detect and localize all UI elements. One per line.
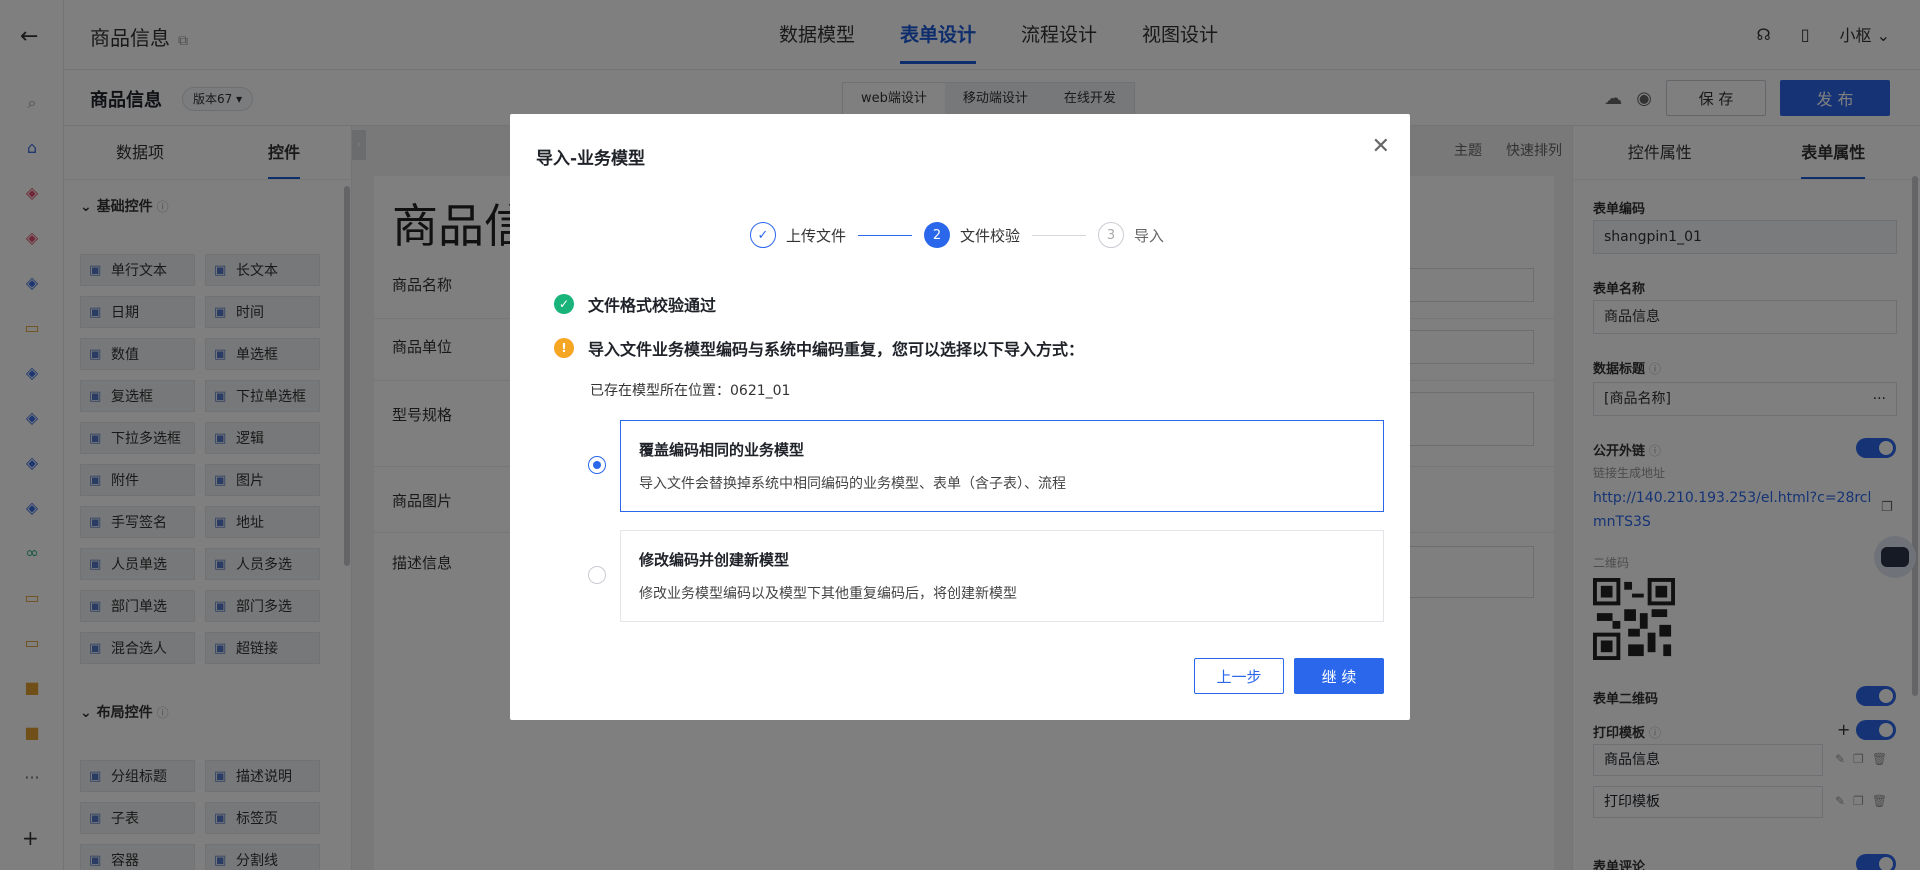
success-check-icon: ✓ [554, 294, 574, 314]
radio-create-new[interactable] [588, 566, 606, 584]
previous-step-button[interactable]: 上一步 [1194, 658, 1284, 694]
continue-button[interactable]: 继 续 [1294, 658, 1384, 694]
step-label: 文件校验 [960, 226, 1021, 245]
step-label: 导入 [1134, 226, 1165, 245]
steps: ✓ 上传文件 2 文件校验 3 导入 [750, 222, 1164, 248]
option-title: 覆盖编码相同的业务模型 [639, 441, 805, 459]
option-title: 修改编码并创建新模型 [639, 551, 790, 569]
step-label: 上传文件 [786, 226, 847, 245]
option-desc: 导入文件会替换掉系统中相同编码的业务模型、表单（含子表）、流程 [639, 476, 1066, 492]
option-overwrite[interactable]: 覆盖编码相同的业务模型 导入文件会替换掉系统中相同编码的业务模型、表单（含子表）… [620, 420, 1384, 512]
step-number: 2 [924, 222, 951, 248]
step-number: 3 [1098, 222, 1125, 248]
option-desc: 修改业务模型编码以及模型下其他重复编码后，将创建新模型 [639, 586, 1017, 602]
existing-location: 已存在模型所在位置：0621_01 [590, 383, 791, 399]
import-model-dialog: 导入-业务模型 ✕ ✓ 上传文件 2 文件校验 3 导入 ✓ 文件格式校验通过 … [510, 114, 1410, 720]
warning-icon: ! [554, 338, 574, 358]
step-connector [1032, 234, 1087, 236]
radio-overwrite[interactable] [588, 456, 606, 474]
step-upload-file: ✓ 上传文件 [750, 222, 846, 248]
dialog-title: 导入-业务模型 [536, 149, 646, 169]
check-icon: ✓ [750, 222, 776, 248]
validation-success-message: ✓ 文件格式校验通过 [554, 292, 716, 316]
close-icon[interactable]: ✕ [1372, 134, 1390, 159]
step-import: 3 导入 [1098, 222, 1164, 248]
option-create-new[interactable]: 修改编码并创建新模型 修改业务模型编码以及模型下其他重复编码后，将创建新模型 [620, 530, 1384, 622]
duplicate-warning-message: ! 导入文件业务模型编码与系统中编码重复，您可以选择以下导入方式： [554, 336, 1084, 360]
step-file-validation: 2 文件校验 [924, 222, 1020, 248]
step-connector [858, 234, 913, 236]
